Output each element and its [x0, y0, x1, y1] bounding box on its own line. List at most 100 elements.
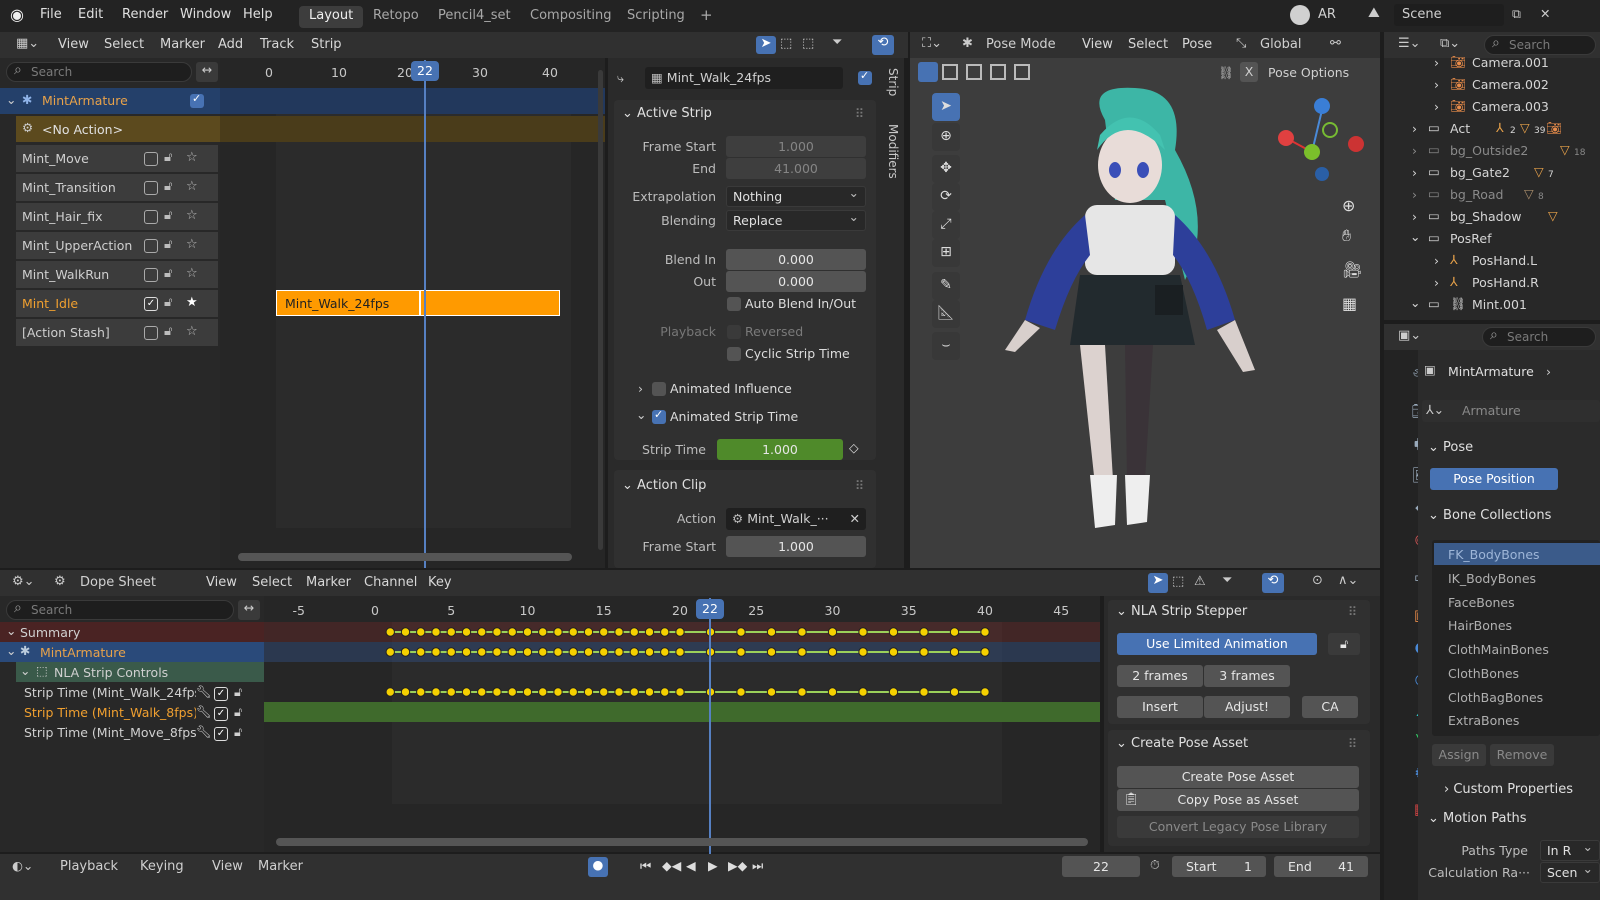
- keyframe-point[interactable]: [675, 687, 685, 697]
- pose-panel-header[interactable]: ⌄ Pose: [1428, 440, 1473, 455]
- end-frame-field[interactable]: End 41: [1274, 856, 1368, 877]
- properties-editor-icon[interactable]: ▣⌄: [1398, 328, 1421, 343]
- falloff-icon[interactable]: ∧⌄: [1338, 573, 1358, 588]
- viewport-editor-icon[interactable]: ⛶⌄: [922, 36, 942, 51]
- nla-search-input[interactable]: Search: [6, 62, 192, 82]
- ds-filter-icon[interactable]: ⏷: [1222, 573, 1232, 588]
- outliner-editor-icon[interactable]: ☰⌄: [1398, 36, 1421, 51]
- keyframe-point[interactable]: [614, 627, 624, 637]
- keyframe-point[interactable]: [614, 647, 624, 657]
- keyframe-point[interactable]: [492, 687, 502, 697]
- ds-channel-summary[interactable]: ⌄ Summary: [0, 622, 264, 642]
- navigation-gizmo[interactable]: [1278, 92, 1374, 188]
- ds-channel-strip-time-24[interactable]: Strip Time (Mint_Walk_24fps) 🔧︎ ✓ 🔓︎: [0, 682, 264, 702]
- tool-bone-icon[interactable]: ⌣: [932, 332, 960, 360]
- ds-channel-strip-time-move[interactable]: Strip Time (Mint_Move_8fps) 🔧︎ ✓ 🔓︎: [0, 722, 264, 742]
- solo-star-icon[interactable]: ☆: [186, 208, 198, 223]
- lock-icon[interactable]: 🔓︎: [234, 724, 242, 740]
- keyframe-point[interactable]: [431, 687, 441, 697]
- keyframe-point[interactable]: [400, 687, 411, 697]
- mute-checkbox[interactable]: [144, 326, 158, 340]
- keyframe-point[interactable]: [766, 627, 777, 637]
- expand-influence-icon[interactable]: ›: [638, 381, 643, 396]
- keyframe-point[interactable]: [553, 687, 563, 697]
- auto-blend-checkbox[interactable]: [727, 297, 741, 311]
- strip-time-field[interactable]: 1.000: [717, 439, 843, 460]
- start-frame-field[interactable]: Start 1: [1172, 856, 1266, 877]
- keyframe-point[interactable]: [583, 647, 594, 657]
- keyframe-point[interactable]: [507, 647, 517, 657]
- ds-menu-key[interactable]: Key: [428, 575, 452, 590]
- scene-selector[interactable]: Scene: [1394, 4, 1504, 26]
- clear-action-icon[interactable]: ✕: [850, 511, 860, 526]
- keyframe-point[interactable]: [477, 647, 487, 657]
- mirror-icon[interactable]: ⛓: [1218, 65, 1234, 81]
- tab-strip[interactable]: Strip: [886, 68, 900, 96]
- lock-icon[interactable]: 🔓︎: [164, 324, 172, 339]
- keyframe-point[interactable]: [827, 687, 838, 697]
- mirror-x-toggle[interactable]: X: [1240, 62, 1258, 82]
- new-scene-icon[interactable]: ⧉: [1512, 6, 1521, 22]
- keyframe-point[interactable]: [568, 627, 578, 637]
- reversed-checkbox[interactable]: [727, 325, 741, 339]
- ds-snapping-icon[interactable]: ⟲: [1262, 573, 1284, 593]
- keyframe-point[interactable]: [461, 647, 472, 657]
- ds-ruler[interactable]: -5 0 5 10 15 20 25 30 35 40 45: [264, 598, 1100, 622]
- bone-collections-header[interactable]: ⌄ Bone Collections: [1428, 508, 1551, 523]
- editor-type-icon[interactable]: ▦⌄: [16, 36, 39, 51]
- remove-scene-icon[interactable]: ✕: [1540, 6, 1550, 21]
- paths-type-dropdown[interactable]: In R: [1540, 839, 1600, 861]
- keyframe-point[interactable]: [797, 647, 807, 657]
- bone-collection-hair[interactable]: HairBones: [1448, 618, 1512, 633]
- solo-star-icon[interactable]: ☆: [186, 266, 198, 281]
- lock-icon[interactable]: 🔓︎: [164, 208, 172, 223]
- pose-position-button[interactable]: Pose Position: [1430, 468, 1558, 490]
- select-invert-icon[interactable]: [990, 64, 1006, 80]
- outliner-row-act[interactable]: › ▭ Act ⅄ 2 ▽ 39 📷︎: [1384, 118, 1600, 140]
- keyframe-point[interactable]: [827, 647, 838, 657]
- keyframe-point[interactable]: [446, 647, 456, 657]
- keyframe-point[interactable]: [858, 687, 868, 697]
- remove-button[interactable]: Remove: [1490, 744, 1554, 766]
- nla-vscrollbar[interactable]: [598, 70, 603, 550]
- channel-enable-checkbox[interactable]: ✓: [214, 687, 228, 701]
- nla-menu-marker[interactable]: Marker: [160, 37, 205, 52]
- ds-channel-armature[interactable]: ⌄ ✱ MintArmature: [0, 642, 264, 662]
- keyframe-point[interactable]: [949, 627, 960, 637]
- custom-properties-header[interactable]: › Custom Properties: [1444, 782, 1573, 797]
- menu-edit[interactable]: Edit: [78, 7, 103, 22]
- mute-checkbox[interactable]: [144, 181, 158, 195]
- collapse-strip-time-icon[interactable]: ⌄: [636, 407, 646, 422]
- keyframe-point[interactable]: [553, 627, 563, 637]
- outliner-row-bg-outside2[interactable]: › ▭ bg_Outside2 ▽ 18: [1384, 140, 1600, 162]
- nla-menu-strip[interactable]: Strip: [311, 37, 342, 52]
- lock-icon[interactable]: 🔓︎: [164, 179, 172, 194]
- timeline-menu-view[interactable]: View: [212, 859, 243, 874]
- viewport-menu-select[interactable]: Select: [1128, 37, 1168, 52]
- lock-icon[interactable]: 🔓︎: [234, 684, 242, 700]
- keyframe-point[interactable]: [431, 647, 441, 657]
- track-mint-move[interactable]: Mint_Move 🔓︎ ☆: [16, 145, 218, 172]
- tool-scale-icon[interactable]: ⤢: [932, 211, 960, 239]
- active-strip-header[interactable]: ⌄ Active Strip: [622, 106, 712, 121]
- outliner-row-bg-road[interactable]: › ▭ bg_Road ▽ 8: [1384, 184, 1600, 206]
- strip-name-field[interactable]: ▦ Mint_Walk_24fps: [645, 67, 843, 89]
- tab-modifiers[interactable]: Modifiers: [886, 124, 900, 179]
- use-limited-animation-button[interactable]: Use Limited Animation: [1117, 633, 1317, 655]
- keyframe-point[interactable]: [888, 687, 899, 697]
- ds-only-errors-icon[interactable]: ⚠: [1194, 574, 1206, 589]
- keyframe-point[interactable]: [492, 647, 502, 657]
- keyframe-point[interactable]: [919, 687, 929, 697]
- proportional-edit-icon[interactable]: ⊙: [1312, 573, 1323, 588]
- menu-render[interactable]: Render: [122, 7, 168, 22]
- keyframe-point[interactable]: [477, 627, 487, 637]
- keyframe-point[interactable]: [629, 627, 639, 637]
- dopesheet-editor-icon[interactable]: ⚙⌄: [12, 574, 35, 589]
- calc-range-dropdown[interactable]: Scen: [1540, 861, 1600, 883]
- keyframe-point[interactable]: [477, 687, 487, 697]
- keyframe-point[interactable]: [431, 627, 441, 637]
- cyclic-checkbox[interactable]: [727, 347, 741, 361]
- track-mint-transition[interactable]: Mint_Transition 🔓︎ ☆: [16, 174, 218, 201]
- keyframe-point[interactable]: [766, 647, 777, 657]
- keyframe-point[interactable]: [416, 647, 426, 657]
